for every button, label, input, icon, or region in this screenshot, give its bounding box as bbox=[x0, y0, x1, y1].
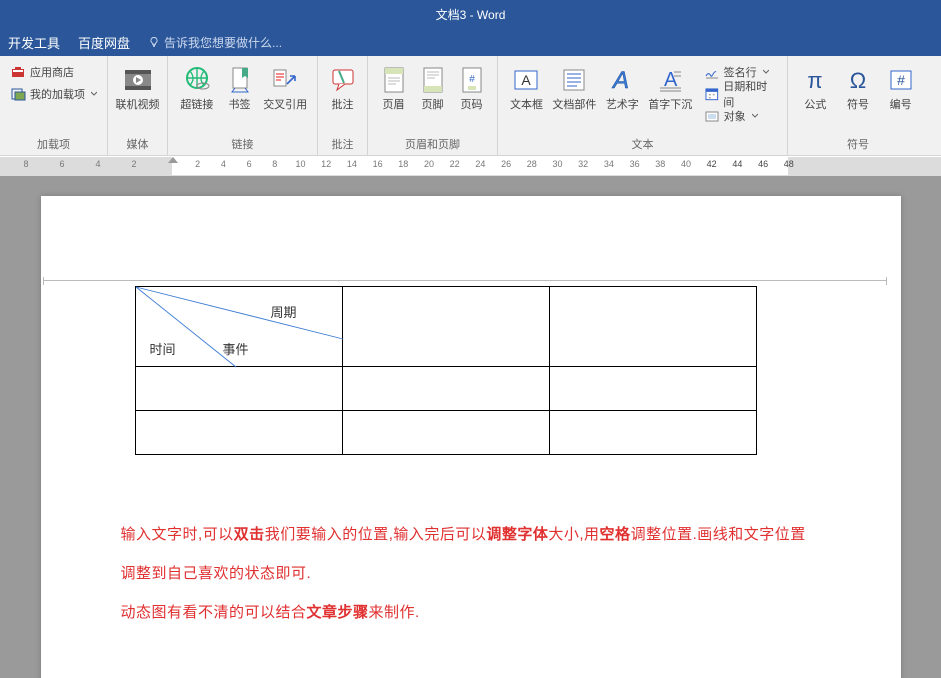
dropcap-icon: A bbox=[654, 64, 686, 96]
svg-text:#: # bbox=[897, 72, 905, 88]
globe-icon bbox=[181, 64, 213, 96]
lightbulb-icon bbox=[148, 36, 160, 48]
object-icon bbox=[704, 108, 720, 124]
online-video-button[interactable]: 联机视频 bbox=[114, 60, 161, 112]
table-cell[interactable] bbox=[342, 287, 549, 367]
textbox-button[interactable]: A 文本框 bbox=[504, 60, 549, 112]
hyperlink-button[interactable]: 超链接 bbox=[174, 60, 220, 112]
table-cell[interactable] bbox=[549, 411, 756, 455]
wordart-button[interactable]: A 艺术字 bbox=[600, 60, 645, 112]
label-shijian2: 事件 bbox=[223, 339, 249, 358]
table-cell[interactable] bbox=[549, 287, 756, 367]
svg-text:π: π bbox=[808, 68, 823, 93]
table-cell[interactable] bbox=[135, 367, 342, 411]
label-zhouqi: 周期 bbox=[271, 302, 297, 321]
table-cell[interactable] bbox=[549, 367, 756, 411]
chevron-down-icon bbox=[752, 113, 758, 119]
tab-developer[interactable]: 开发工具 bbox=[8, 33, 60, 52]
group-text: A 文本框 文档部件 A 艺术字 A 首字下沉 签名行 bbox=[498, 56, 788, 155]
label-shijian: 时间 bbox=[150, 339, 176, 358]
store-icon bbox=[10, 64, 26, 80]
document-table[interactable]: 周期 时间 事件 bbox=[135, 286, 757, 455]
object-button[interactable]: 对象 bbox=[704, 106, 777, 126]
quick-parts-button[interactable]: 文档部件 bbox=[549, 60, 600, 112]
table-cell[interactable] bbox=[135, 411, 342, 455]
group-media: 联机视频 媒体 bbox=[108, 56, 168, 155]
symbol-icon: Ω bbox=[842, 64, 874, 96]
group-addins: 应用商店 我的加载项 加载项 bbox=[0, 56, 108, 155]
tell-me[interactable]: 告诉我您想要做什么... bbox=[148, 34, 282, 51]
table-cell-header[interactable]: 周期 时间 事件 bbox=[135, 287, 342, 367]
svg-text:Ω: Ω bbox=[850, 68, 866, 93]
tab-baidu-disk[interactable]: 百度网盘 bbox=[78, 33, 130, 52]
svg-text:#: # bbox=[469, 74, 475, 85]
header-icon bbox=[378, 64, 410, 96]
window-title: 文档3 - Word bbox=[436, 6, 506, 23]
wordart-icon: A bbox=[606, 64, 638, 96]
crossref-icon bbox=[269, 64, 301, 96]
group-comments: 批注 批注 bbox=[318, 56, 368, 155]
my-addins-button[interactable]: 我的加载项 bbox=[10, 84, 97, 104]
svg-text:A: A bbox=[611, 67, 629, 94]
comment-icon bbox=[327, 64, 359, 96]
number-icon: # bbox=[885, 64, 917, 96]
header-button[interactable]: 页眉 bbox=[374, 60, 413, 112]
symbol-button[interactable]: Ω 符号 bbox=[837, 60, 880, 112]
ribbon: 应用商店 我的加载项 加载项 联机视频 媒体 超链接 bbox=[0, 56, 941, 156]
title-bar: 文档3 - Word bbox=[0, 0, 941, 28]
table-cell[interactable] bbox=[342, 367, 549, 411]
comment-button[interactable]: 批注 bbox=[324, 60, 361, 112]
group-symbols: π 公式 Ω 符号 # 编号 符号 bbox=[788, 56, 928, 155]
pagenum-icon: # bbox=[456, 64, 488, 96]
page[interactable]: 周期 时间 事件 输入文字时,可以双击我们要输入的位置,输入完后可以调整字体大小… bbox=[41, 196, 901, 678]
group-header-footer: 页眉 页脚 # 页码 页眉和页脚 bbox=[368, 56, 498, 155]
paragraph-2[interactable]: 动态图有看不清的可以结合文章步骤来制作. bbox=[121, 593, 821, 632]
indent-marker[interactable] bbox=[168, 157, 178, 163]
ribbon-tabs: 开发工具 百度网盘 告诉我您想要做什么... bbox=[0, 28, 941, 56]
app-store-button[interactable]: 应用商店 bbox=[10, 62, 97, 82]
equation-button[interactable]: π 公式 bbox=[794, 60, 837, 112]
chevron-down-icon bbox=[763, 69, 769, 75]
video-icon bbox=[122, 64, 154, 96]
quickparts-icon bbox=[558, 64, 590, 96]
footer-icon bbox=[417, 64, 449, 96]
table-guides bbox=[43, 280, 887, 281]
chevron-down-icon bbox=[91, 91, 97, 97]
equation-icon: π bbox=[799, 64, 831, 96]
signature-icon bbox=[704, 64, 720, 80]
paragraph-1[interactable]: 输入文字时,可以双击我们要输入的位置,输入完后可以调整字体大小,用空格调整位置.… bbox=[121, 515, 821, 593]
number-button[interactable]: # 编号 bbox=[879, 60, 922, 112]
dropcap-button[interactable]: A 首字下沉 bbox=[645, 60, 696, 112]
bookmark-button[interactable]: 书签 bbox=[220, 60, 260, 112]
textbox-icon: A bbox=[510, 64, 542, 96]
cross-reference-button[interactable]: 交叉引用 bbox=[259, 60, 311, 112]
svg-text:A: A bbox=[522, 72, 532, 88]
page-number-button[interactable]: # 页码 bbox=[452, 60, 491, 112]
group-links: 超链接 书签 交叉引用 链接 bbox=[168, 56, 318, 155]
bookmark-icon bbox=[224, 64, 256, 96]
date-time-button[interactable]: 日期和时间 bbox=[704, 84, 777, 104]
document-area[interactable]: 周期 时间 事件 输入文字时,可以双击我们要输入的位置,输入完后可以调整字体大小… bbox=[0, 176, 941, 678]
footer-button[interactable]: 页脚 bbox=[413, 60, 452, 112]
horizontal-ruler[interactable]: 8642246810121416182022242628303234363840… bbox=[0, 156, 941, 176]
table-cell[interactable] bbox=[342, 411, 549, 455]
addins-icon bbox=[10, 86, 26, 102]
datetime-icon bbox=[704, 86, 720, 102]
